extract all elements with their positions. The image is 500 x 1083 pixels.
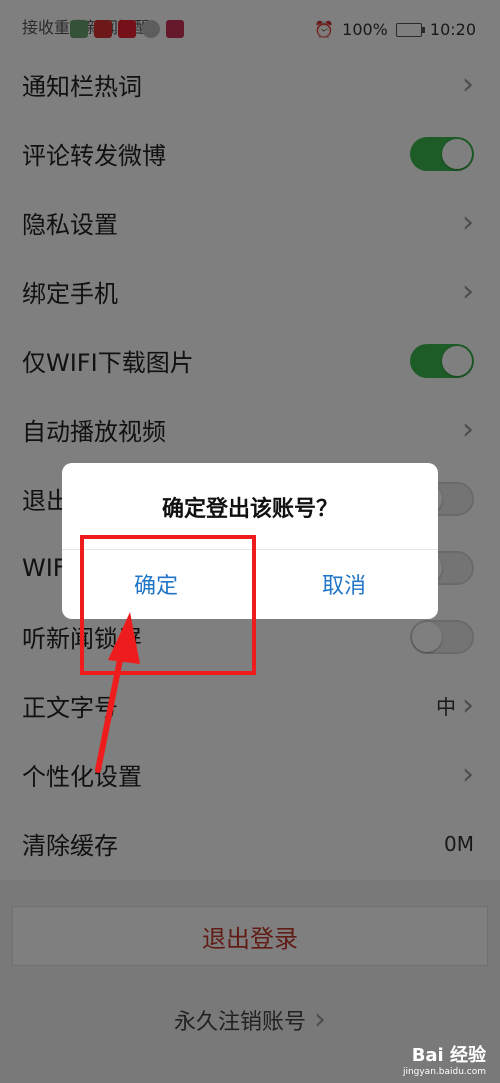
highlight-box xyxy=(80,535,256,675)
watermark-brand: Bai 经验 xyxy=(411,1045,486,1066)
cancel-button[interactable]: 取消 xyxy=(250,551,438,617)
watermark-url: jingyan.baidu.com xyxy=(402,1067,486,1077)
watermark: Bai 经验 jingyan.baidu.com xyxy=(403,1041,486,1077)
dialog-title: 确定登出该账号？ xyxy=(161,497,338,522)
